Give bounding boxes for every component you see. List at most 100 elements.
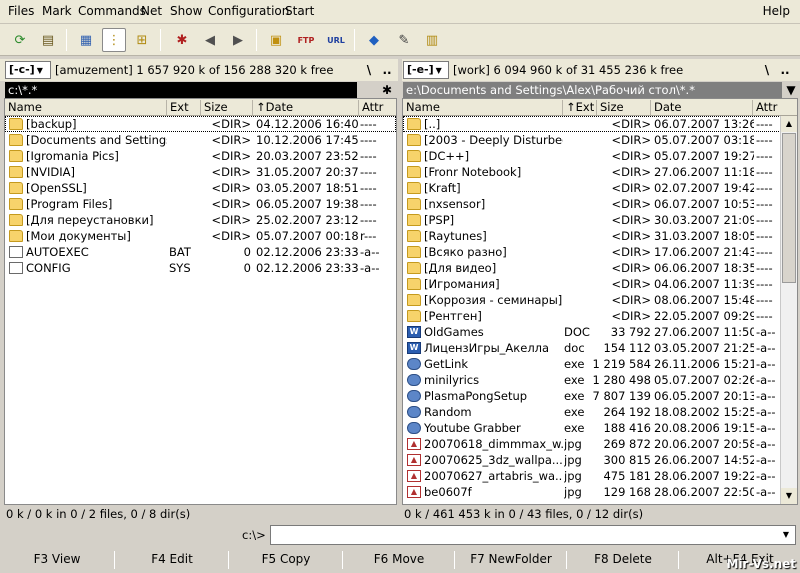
left-drive-info: [amuzement] 1 657 920 k of 156 288 320 k…	[55, 63, 334, 77]
file-row[interactable]: CONFIG SYS 0 02.12.2006 23:33 -a--	[5, 260, 396, 276]
left-drive-select[interactable]: [-c-] ▼	[5, 61, 51, 79]
col-size[interactable]: Size	[201, 100, 253, 115]
file-row[interactable]: [Для переустановки] <DIR> 25.02.2007 23:12…	[5, 212, 396, 228]
right-drive-select[interactable]: [-e-] ▼	[403, 61, 449, 79]
file-row[interactable]: [Fronr Notebook] <DIR> 27.06.2007 11:18 ---…	[403, 164, 797, 180]
command-input[interactable]: ▼	[270, 525, 796, 545]
scroll-up-icon[interactable]: ▲	[781, 116, 797, 132]
left-history-button[interactable]: ✱	[378, 81, 396, 99]
file-row[interactable]: [nxsensor] <DIR> 06.07.2007 10:53 ----	[403, 196, 797, 212]
file-row[interactable]: [Raytunes] <DIR> 31.03.2007 18:05 ----	[403, 228, 797, 244]
scroll-thumb[interactable]	[782, 133, 796, 283]
refresh-icon[interactable]: ⟳	[8, 28, 32, 52]
left-file-panel[interactable]: Name Ext Size ↑Date Attr [backup] <DIR> 04…	[4, 98, 397, 505]
scroll-down-icon[interactable]: ▼	[781, 488, 797, 504]
chevron-down-icon[interactable]: ▼	[778, 527, 794, 543]
menu-files[interactable]: Files	[8, 4, 34, 18]
icon-view-icon[interactable]: ▦	[74, 28, 98, 52]
menu-start[interactable]: Start	[285, 4, 314, 18]
file-name: [Fronr Notebook]	[407, 165, 563, 179]
back-icon[interactable]: ◀	[198, 28, 222, 52]
menu-net[interactable]: Net	[141, 4, 162, 18]
file-ext: BAT	[169, 245, 191, 259]
file-row[interactable]: [backup] <DIR> 04.12.2006 16:40 ----	[5, 116, 396, 132]
file-row[interactable]: GetLink exe 1 219 584 26.11.2006 15:21 -a--	[403, 356, 797, 372]
col-date[interactable]: Date	[651, 100, 753, 115]
left-root-button[interactable]: \	[360, 61, 378, 79]
folder-icon	[407, 214, 421, 226]
file-row[interactable]: [Igromania Pics] <DIR> 20.03.2007 23:52 ---…	[5, 148, 396, 164]
right-path[interactable]: e:\Documents and Settings\Alex\Рабочий с…	[403, 82, 782, 98]
col-name[interactable]: Name	[403, 100, 563, 115]
left-path[interactable]: c:\*.*	[5, 82, 357, 98]
file-row[interactable]: Random exe 264 192 18.08.2002 15:25 -a--	[403, 404, 797, 420]
file-row[interactable]: [DC++] <DIR> 05.07.2007 19:27 ----	[403, 148, 797, 164]
file-name: W ЛицензИгры_Акелла	[407, 341, 563, 355]
file-row[interactable]: [2003 - Deeply Disturbed] <DIR> 05.07.2007…	[403, 132, 797, 148]
file-row[interactable]: W ЛицензИгры_Акелла doc 154 112 03.05.2007 2…	[403, 340, 797, 356]
brief-view-icon[interactable]: ▤	[36, 28, 60, 52]
right-file-panel[interactable]: Name ↑Ext Size Date Attr [..] <DIR> 06.07.…	[402, 98, 798, 505]
col-date[interactable]: ↑Date	[253, 100, 359, 115]
f7-newfolder-button[interactable]: F7 NewFolder	[456, 548, 566, 573]
file-size: <DIR>	[611, 277, 651, 291]
file-row[interactable]: minilyrics exe 1 280 498 05.07.2007 02:26 -a…	[403, 372, 797, 388]
file-row[interactable]: AUTOEXEC BAT 0 02.12.2006 23:33 -a--	[5, 244, 396, 260]
f8-delete-button[interactable]: F8 Delete	[568, 548, 678, 573]
left-up-button[interactable]: ..	[378, 61, 396, 79]
file-row[interactable]: ▲ 20070618_dimmmax_w... jpg 269 872 20.06.20…	[403, 436, 797, 452]
file-date: 20.03.2007 23:52	[256, 149, 358, 163]
sort-icon[interactable]: ⊞	[130, 28, 154, 52]
forward-icon[interactable]: ▶	[226, 28, 250, 52]
menu-show[interactable]: Show	[170, 4, 202, 18]
file-row[interactable]: [Мои документы] <DIR> 05.07.2007 00:18 r---	[5, 228, 396, 244]
col-name[interactable]: Name	[5, 100, 167, 115]
f6-move-button[interactable]: F6 Move	[344, 548, 454, 573]
right-scrollbar[interactable]: ▲ ▼	[780, 116, 797, 504]
file-row[interactable]: [Для видео] <DIR> 06.06.2007 18:35 ----	[403, 260, 797, 276]
file-row[interactable]: [NVIDIA] <DIR> 31.05.2007 20:37 ----	[5, 164, 396, 180]
file-row[interactable]: Youtube Grabber exe 188 416 20.08.2006 19:1…	[403, 420, 797, 436]
file-row[interactable]: [PSP] <DIR> 30.03.2007 21:09 ----	[403, 212, 797, 228]
col-attr[interactable]: Attr	[753, 100, 782, 115]
notepad-icon[interactable]: ▥	[420, 28, 444, 52]
col-ext[interactable]: Ext	[167, 100, 201, 115]
menu-commands[interactable]: Commands	[78, 4, 146, 18]
file-row[interactable]: [OpenSSL] <DIR> 03.05.2007 18:51 ----	[5, 180, 396, 196]
col-ext[interactable]: ↑Ext	[563, 100, 597, 115]
file-row[interactable]: [Коррозия - семинары] <DIR> 08.06.2007 15:…	[403, 292, 797, 308]
menu-configuration[interactable]: Configuration	[208, 4, 289, 18]
file-row[interactable]: ▲ 20070625_3dz_wallpa... jpg 300 815 26.06.2…	[403, 452, 797, 468]
col-attr[interactable]: Attr	[359, 100, 396, 115]
file-row[interactable]: [Всяко разно] <DIR> 17.06.2007 21:43 ----	[403, 244, 797, 260]
f4-edit-button[interactable]: F4 Edit	[116, 548, 228, 573]
file-row[interactable]: [Documents and Settings] <DIR> 10.12.2006 …	[5, 132, 396, 148]
file-row[interactable]: W OldGames DOC 33 792 27.06.2007 11:50 -a--	[403, 324, 797, 340]
menu-mark[interactable]: Mark	[42, 4, 72, 18]
file-row[interactable]: [..] <DIR> 06.07.2007 13:26 ----	[403, 116, 797, 132]
menu-help[interactable]: Help	[763, 4, 790, 18]
url-icon[interactable]: URL	[324, 28, 348, 52]
mark-icon[interactable]: ✱	[170, 28, 194, 52]
file-row[interactable]: [Рентген] <DIR> 22.05.2007 09:29 ----	[403, 308, 797, 324]
f3-view-button[interactable]: F3 View	[0, 548, 114, 573]
file-row[interactable]: [Program Files] <DIR> 06.05.2007 19:38 ----	[5, 196, 396, 212]
file-row[interactable]: ▲ 20070627_artabris_wa... jpg 475 181 28.06.…	[403, 468, 797, 484]
right-up-button[interactable]: ..	[776, 61, 794, 79]
right-history-button[interactable]: ▼	[782, 81, 800, 99]
file-size: <DIR>	[211, 165, 251, 179]
file-row[interactable]: PlasmaPongSetup exe 7 807 139 06.05.2007 20…	[403, 388, 797, 404]
folder-icon	[407, 246, 421, 258]
tree-view-icon[interactable]: ⋮	[102, 28, 126, 52]
file-name-text: [Program Files]	[26, 197, 113, 211]
pack-icon[interactable]: ▣	[264, 28, 288, 52]
ftp-icon[interactable]: FTP	[294, 28, 318, 52]
col-size[interactable]: Size	[597, 100, 651, 115]
f5-copy-button[interactable]: F5 Copy	[230, 548, 342, 573]
file-row[interactable]: [Kraft] <DIR> 02.07.2007 19:42 ----	[403, 180, 797, 196]
file-row[interactable]: ▲ be0607f jpg 129 168 28.06.2007 22:50 -a--	[403, 484, 797, 500]
edit-icon[interactable]: ✎	[392, 28, 416, 52]
right-root-button[interactable]: \	[758, 61, 776, 79]
copy-names-icon[interactable]: ◆	[362, 28, 386, 52]
file-row[interactable]: [Игромания] <DIR> 04.06.2007 11:39 ----	[403, 276, 797, 292]
